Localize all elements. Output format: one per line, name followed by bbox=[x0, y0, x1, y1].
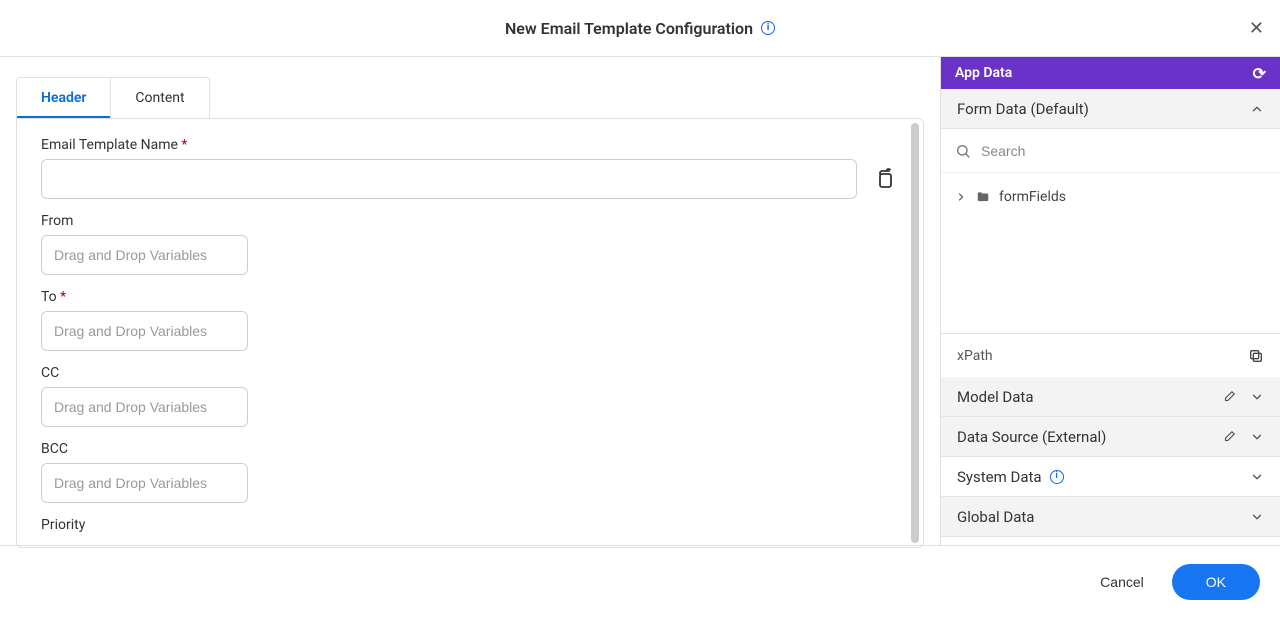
chevron-down-icon[interactable] bbox=[1250, 510, 1264, 524]
form-data-label: Form Data (Default) bbox=[957, 100, 1089, 118]
search-icon bbox=[955, 143, 971, 159]
cancel-button[interactable]: Cancel bbox=[1100, 574, 1144, 590]
global-data-label: Global Data bbox=[957, 508, 1034, 526]
to-input[interactable] bbox=[41, 311, 248, 351]
info-icon[interactable]: i bbox=[761, 21, 775, 35]
tree-item-formfields[interactable]: formFields bbox=[951, 185, 1270, 209]
from-input[interactable] bbox=[41, 235, 248, 275]
cc-label: CC bbox=[41, 365, 899, 381]
section-data-source[interactable]: Data Source (External) bbox=[941, 417, 1280, 457]
refresh-icon[interactable]: ⟳ bbox=[1253, 64, 1266, 83]
chevron-down-icon[interactable] bbox=[1250, 470, 1264, 484]
edit-icon[interactable] bbox=[1222, 430, 1236, 444]
folder-icon bbox=[975, 190, 991, 204]
chevron-down-icon[interactable] bbox=[1250, 430, 1264, 444]
close-icon[interactable]: ✕ bbox=[1249, 18, 1264, 39]
ok-button[interactable]: OK bbox=[1172, 564, 1260, 600]
to-label: To bbox=[41, 289, 899, 305]
copy-icon[interactable] bbox=[871, 165, 899, 193]
model-data-label: Model Data bbox=[957, 388, 1034, 406]
from-label: From bbox=[41, 213, 899, 229]
bcc-input[interactable] bbox=[41, 463, 248, 503]
chevron-up-icon[interactable] bbox=[1250, 102, 1264, 116]
xpath-label: xPath bbox=[957, 348, 993, 364]
search-input[interactable] bbox=[981, 143, 1266, 159]
section-system-data[interactable]: System Data i bbox=[941, 457, 1280, 497]
section-global-data[interactable]: Global Data bbox=[941, 497, 1280, 537]
scrollbar[interactable] bbox=[911, 123, 919, 543]
template-name-label: Email Template Name bbox=[41, 137, 899, 153]
template-name-input[interactable] bbox=[41, 159, 857, 199]
info-icon[interactable]: i bbox=[1050, 470, 1064, 484]
form-panel: Email Template Name From bbox=[16, 118, 924, 548]
app-data-title: App Data bbox=[955, 65, 1012, 81]
copy-xpath-icon[interactable] bbox=[1248, 348, 1264, 364]
cc-input[interactable] bbox=[41, 387, 248, 427]
bcc-label: BCC bbox=[41, 441, 899, 457]
data-source-label: Data Source (External) bbox=[957, 428, 1106, 446]
tabs: Header Content bbox=[16, 77, 210, 119]
chevron-down-icon[interactable] bbox=[1250, 390, 1264, 404]
section-form-data[interactable]: Form Data (Default) bbox=[941, 89, 1280, 129]
tree-item-label: formFields bbox=[999, 189, 1066, 205]
priority-label: Priority bbox=[41, 517, 899, 533]
page-title: New Email Template Configuration bbox=[505, 19, 753, 38]
section-model-data[interactable]: Model Data bbox=[941, 377, 1280, 417]
tab-header[interactable]: Header bbox=[17, 78, 111, 118]
chevron-right-icon[interactable] bbox=[955, 191, 967, 203]
system-data-label: System Data bbox=[957, 468, 1042, 486]
tab-content[interactable]: Content bbox=[111, 78, 208, 118]
edit-icon[interactable] bbox=[1222, 390, 1236, 404]
